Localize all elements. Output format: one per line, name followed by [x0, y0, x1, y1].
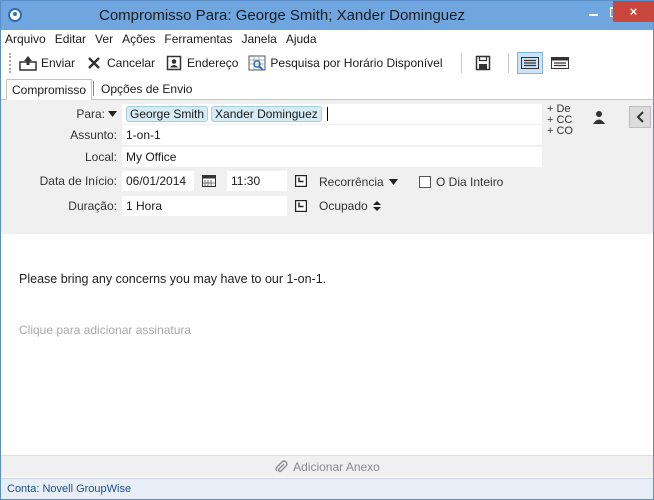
- toolbar-separator-2: [507, 53, 509, 73]
- title-bar: Compromisso Para: George Smith; Xander D…: [1, 1, 654, 30]
- attach-label: Adicionar Anexo: [293, 459, 380, 474]
- window-title: Compromisso Para: George Smith; Xander D…: [99, 7, 465, 24]
- tab-opcoes-envio[interactable]: Opções de Envio: [95, 78, 198, 99]
- menu-bar: Arquivo Editar Ver Ações Ferramentas Jan…: [1, 30, 653, 48]
- address-book-button[interactable]: Endereço: [165, 54, 238, 72]
- location-label: Local:: [84, 150, 117, 164]
- clock-icon[interactable]: [294, 174, 308, 188]
- message-body[interactable]: Please bring any concerns you may have t…: [1, 256, 653, 455]
- busy-search-button[interactable]: Pesquisa por Horário Disponível: [248, 54, 443, 72]
- text-view-icon: [550, 57, 569, 69]
- form-view-icon: [520, 57, 539, 69]
- cancel-button[interactable]: Cancelar: [85, 54, 155, 72]
- start-date-field[interactable]: 06/01/2014: [122, 171, 194, 191]
- toolbar: Enviar Cancelar Endereço Pesquisa por Ho…: [1, 48, 653, 78]
- menu-ajuda[interactable]: Ajuda: [286, 32, 317, 46]
- all-day-label: O Dia Inteiro: [436, 175, 504, 189]
- paperclip-icon: [275, 459, 288, 472]
- save-disk-icon: [475, 55, 490, 71]
- account-status: Conta: Novell GroupWise: [7, 483, 132, 495]
- close-button[interactable]: ×: [613, 1, 654, 22]
- to-dropdown[interactable]: Para:: [76, 107, 117, 121]
- add-bc-link[interactable]: + CO: [547, 126, 573, 137]
- send-button[interactable]: Enviar: [19, 54, 75, 72]
- duration-label: Duração:: [68, 199, 117, 213]
- menu-editar[interactable]: Editar: [55, 32, 86, 46]
- to-field[interactable]: George Smith Xander Dominguez: [122, 104, 542, 124]
- address-book-icon: [165, 54, 183, 72]
- up-down-arrows-icon: [372, 201, 381, 211]
- busy-search-icon: [248, 54, 266, 72]
- tab-compromisso[interactable]: Compromisso: [6, 79, 93, 100]
- to-label: Para:: [76, 107, 105, 121]
- cancel-label: Cancelar: [107, 56, 156, 70]
- start-time-field[interactable]: 11:30: [227, 171, 287, 191]
- chevron-down-icon: [108, 111, 117, 117]
- minimize-button[interactable]: [580, 1, 606, 22]
- text-cursor: [326, 107, 328, 121]
- appointment-form: Para: George Smith Xander Dominguez Assu…: [1, 100, 653, 234]
- menu-acoes[interactable]: Ações: [122, 32, 155, 46]
- send-icon: [19, 54, 37, 72]
- person-icon[interactable]: [592, 110, 606, 127]
- collapse-panel-button[interactable]: [629, 106, 651, 128]
- chevron-left-icon: [636, 111, 644, 123]
- calendar-icon[interactable]: [202, 174, 216, 188]
- toolbar-grip[interactable]: [9, 53, 11, 73]
- save-button[interactable]: [470, 52, 496, 74]
- subject-field[interactable]: 1-on-1: [122, 125, 542, 145]
- message-text[interactable]: Please bring any concerns you may have t…: [19, 272, 326, 286]
- status-bar: Conta: Novell GroupWise: [1, 478, 653, 499]
- recurrence-dropdown[interactable]: Recorrência: [319, 175, 398, 189]
- all-day-checkbox[interactable]: O Dia Inteiro: [419, 175, 503, 189]
- busy-label: Ocupado: [319, 199, 368, 213]
- menu-ver[interactable]: Ver: [95, 32, 113, 46]
- menu-ferramentas[interactable]: Ferramentas: [164, 32, 232, 46]
- signature-placeholder[interactable]: Clique para adicionar assinatura: [19, 323, 191, 337]
- menu-arquivo[interactable]: Arquivo: [5, 32, 46, 46]
- chevron-down-icon: [388, 179, 398, 185]
- tab-divider: [93, 81, 95, 96]
- send-label: Enviar: [41, 56, 76, 70]
- subject-label: Assunto:: [70, 128, 117, 142]
- tab-strip: Compromisso Opções de Envio: [1, 78, 653, 100]
- text-view-button[interactable]: [547, 52, 573, 74]
- address-label: Endereço: [187, 56, 239, 70]
- recipient-links: + De + CC + CO: [547, 104, 573, 137]
- busy-search-label: Pesquisa por Horário Disponível: [270, 56, 443, 70]
- add-attachment-button[interactable]: Adicionar Anexo: [1, 455, 653, 477]
- recipient-chip[interactable]: George Smith: [126, 106, 209, 122]
- duration-field[interactable]: 1 Hora: [122, 196, 287, 216]
- cancel-x-icon: [85, 54, 103, 72]
- checkbox-box[interactable]: [419, 176, 431, 188]
- show-as-dropdown[interactable]: Ocupado: [319, 199, 381, 213]
- appointment-window: Compromisso Para: George Smith; Xander D…: [0, 0, 654, 500]
- recipient-chip[interactable]: Xander Dominguez: [211, 106, 322, 122]
- toolbar-separator: [460, 53, 462, 73]
- start-date-label: Data de Início:: [39, 174, 117, 188]
- clock-icon[interactable]: [294, 199, 308, 213]
- recurrence-label: Recorrência: [319, 175, 384, 189]
- form-view-button[interactable]: [516, 52, 543, 74]
- location-field[interactable]: My Office: [122, 147, 542, 167]
- menu-janela[interactable]: Janela: [241, 32, 276, 46]
